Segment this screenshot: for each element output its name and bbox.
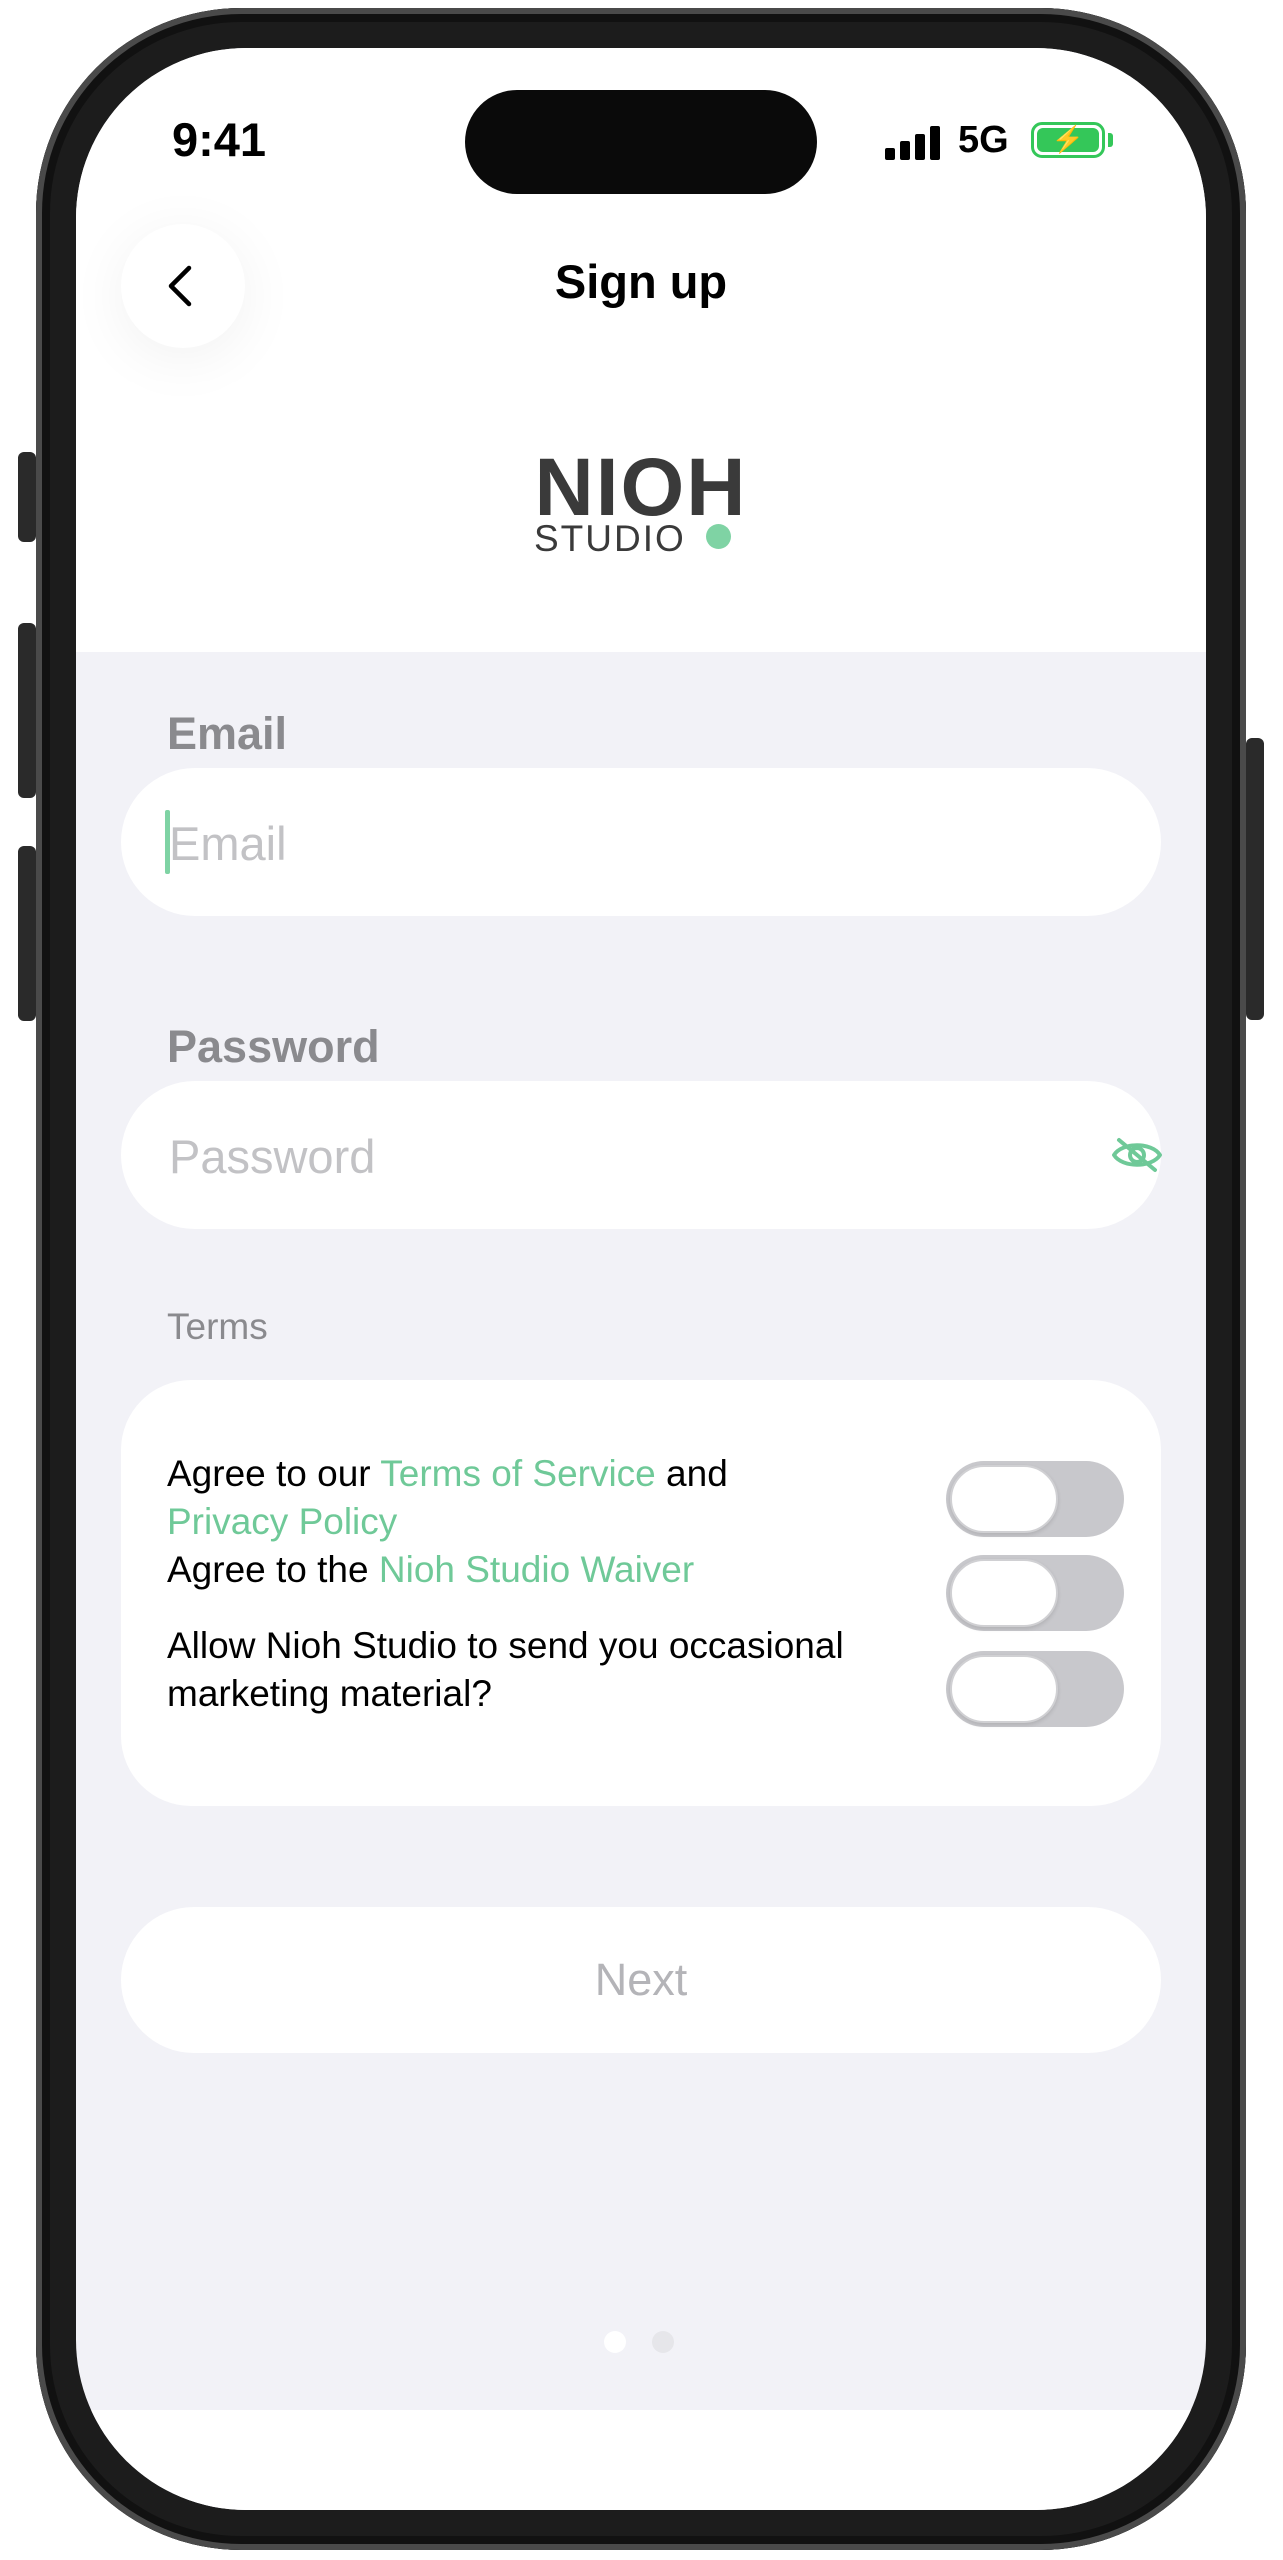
term-text-part: and — [655, 1453, 728, 1494]
page-dot-active — [604, 2331, 626, 2353]
network-type: 5G — [958, 119, 1009, 161]
logo-subtitle: STUDIO — [534, 518, 686, 559]
email-label: Email — [167, 708, 288, 759]
waiver-link[interactable]: Nioh Studio Waiver — [379, 1549, 694, 1590]
battery-charging-icon: ⚡ — [1031, 122, 1105, 158]
home-indicator-area — [76, 2410, 1206, 2510]
page-dot — [652, 2331, 674, 2353]
dynamic-island — [465, 90, 817, 194]
terms-card: Agree to our Terms of Service and Privac… — [121, 1380, 1161, 1806]
terms-of-service-text: Agree to our Terms of Service and Privac… — [167, 1450, 927, 1546]
status-time: 9:41 — [172, 113, 267, 166]
page-title: Sign up — [554, 255, 728, 308]
volume-down-button — [18, 846, 36, 1021]
marketing-consent-text: Allow Nioh Studio to send you occasional… — [167, 1625, 844, 1714]
password-label: Password — [167, 1021, 380, 1072]
marketing-toggle[interactable] — [946, 1651, 1124, 1727]
logo-dot — [706, 524, 731, 549]
volume-up-button — [18, 623, 36, 798]
terms-of-service-toggle[interactable] — [946, 1461, 1124, 1537]
power-button — [1246, 738, 1264, 1020]
email-field[interactable] — [121, 768, 1161, 918]
next-button[interactable]: Next — [121, 1907, 1161, 2053]
password-input[interactable] — [167, 1081, 1051, 1231]
eye-slash-icon[interactable] — [1111, 1136, 1163, 1174]
password-field[interactable] — [121, 1081, 1163, 1231]
toggle-knob — [950, 1559, 1058, 1627]
term-text-part: Agree to our — [167, 1453, 381, 1494]
terms-section-label: Terms — [167, 1306, 268, 1347]
app-screen: 9:41 5G ⚡ Sign up NIOH STUDIO Email Pass… — [76, 48, 1206, 2510]
battery-cap — [1108, 133, 1113, 147]
email-input[interactable] — [167, 768, 1051, 918]
action-button — [18, 452, 36, 542]
toggle-knob — [950, 1465, 1058, 1533]
terms-of-service-link[interactable]: Terms of Service — [380, 1453, 656, 1494]
cellular-signal-icon — [885, 126, 941, 160]
waiver-text: Agree to the Nioh Studio Waiver — [167, 1546, 927, 1594]
toggle-knob — [950, 1655, 1058, 1723]
waiver-toggle[interactable] — [946, 1555, 1124, 1631]
term-text-part: Agree to the — [167, 1549, 379, 1590]
privacy-policy-link[interactable]: Privacy Policy — [167, 1501, 397, 1542]
